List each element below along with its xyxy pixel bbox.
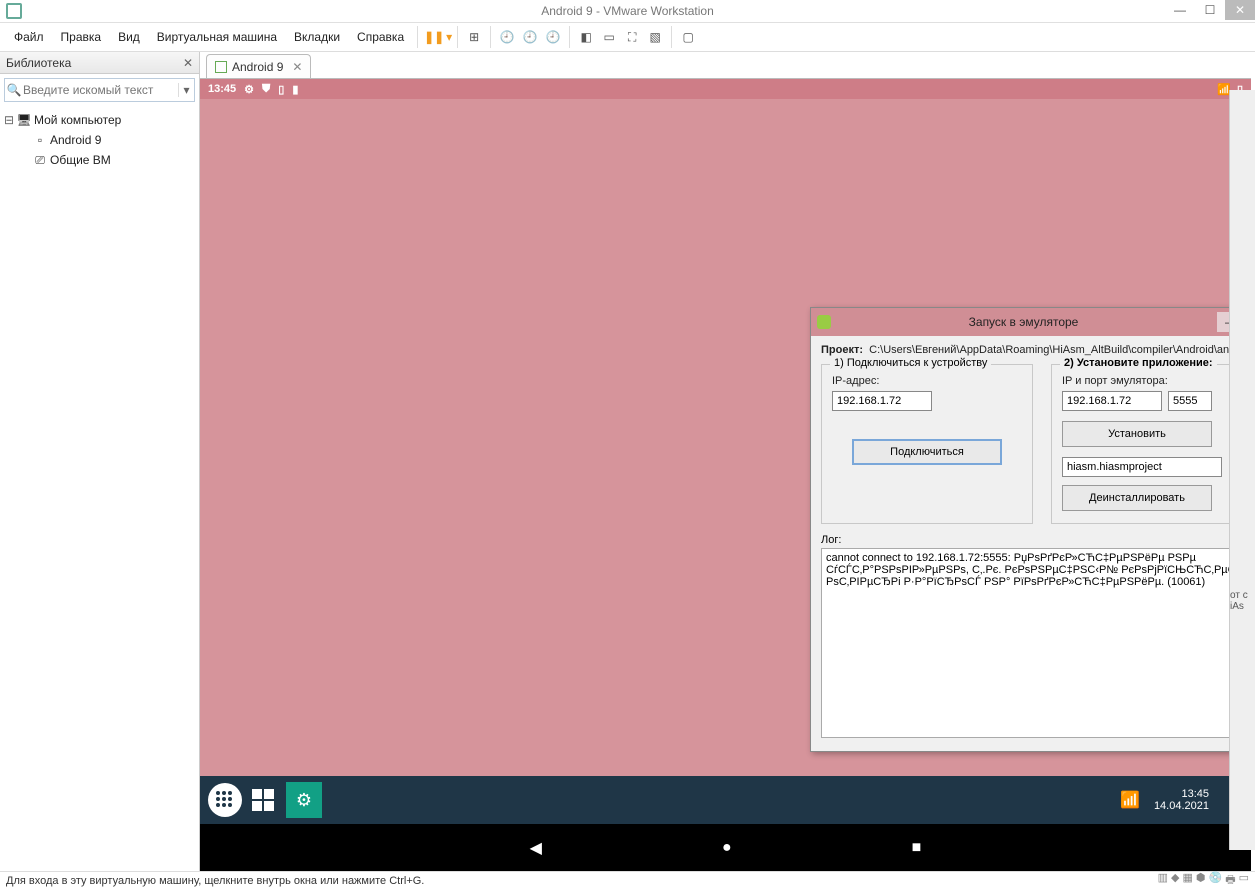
tray-icon[interactable]: ◆ xyxy=(1171,871,1179,890)
app-logo-icon xyxy=(6,3,22,19)
nav-recent-button[interactable]: ■ xyxy=(912,839,922,857)
tray-icon[interactable]: ⬢ xyxy=(1196,871,1206,890)
nav-back-button[interactable]: ◀ xyxy=(530,838,542,858)
view4-icon[interactable]: ▧ xyxy=(644,26,666,48)
nav-home-button[interactable]: ● xyxy=(722,839,732,857)
apps-button[interactable] xyxy=(208,783,242,817)
view2-icon[interactable]: ▭ xyxy=(598,26,620,48)
menu-vm[interactable]: Виртуальная машина xyxy=(149,26,285,48)
ip-input[interactable] xyxy=(832,391,932,411)
tree-root[interactable]: ⊟ 🖥 Мой компьютер xyxy=(2,110,197,130)
settings-app-icon[interactable]: ⚙ xyxy=(286,782,322,818)
sidebar-close-button[interactable]: ✕ xyxy=(183,56,193,70)
window-title: Android 9 - VMware Workstation xyxy=(541,4,714,18)
window-close-button[interactable]: ✕ xyxy=(1225,0,1255,20)
computer-icon: 🖥 xyxy=(16,113,32,127)
connect-button[interactable]: Подключиться xyxy=(852,439,1002,465)
android-dock: ⚙ 📶 13:45 14.04.2021 〈 xyxy=(200,776,1251,824)
tree-item-label: Android 9 xyxy=(50,133,101,147)
tree-item-label: Общие ВМ xyxy=(50,153,111,167)
library-tree: ⊟ 🖥 Мой компьютер ▫ Android 9 ⎚ Общие ВМ xyxy=(0,106,199,174)
menu-tabs[interactable]: Вкладки xyxy=(286,26,348,48)
emulator-dialog: Запуск в эмуляторе — ☐ ✕ Проект: C:\User… xyxy=(810,307,1255,752)
log-label: Лог: xyxy=(821,534,1255,546)
project-path: C:\Users\Евгений\AppData\Roaming\HiAsm_A… xyxy=(869,344,1255,356)
tab-label: Android 9 xyxy=(232,60,283,74)
tray-icon[interactable]: 🖶 xyxy=(1225,871,1235,890)
menu-edit[interactable]: Правка xyxy=(53,26,110,48)
ipport-label: IP и порт эмулятора: xyxy=(1062,375,1255,387)
group-install-legend: 2) Установите приложение: xyxy=(1060,357,1217,369)
vm-area: Android 9 ✕ 13:45 ⚙ ⛊ ▯ ▮ 📶 ▯ Запуск xyxy=(200,52,1255,872)
tab-vm-icon xyxy=(215,61,227,73)
pause-button[interactable]: ❚❚ xyxy=(423,26,445,48)
search-input[interactable] xyxy=(23,83,178,97)
package-input[interactable] xyxy=(1062,457,1222,477)
emulator-ip-input[interactable] xyxy=(1062,391,1162,411)
vm-icon: ▫ xyxy=(32,133,48,147)
android-nav-bar: ◀ ● ■ xyxy=(200,824,1251,872)
library-sidebar: Библиотека ✕ 🔍 ▾ ⊟ 🖥 Мой компьютер ▫ And… xyxy=(0,52,200,872)
install-button[interactable]: Установить xyxy=(1062,421,1212,447)
view5-icon[interactable]: ▢ xyxy=(677,26,699,48)
tree-item-android9[interactable]: ▫ Android 9 xyxy=(2,130,197,150)
project-label: Проект: xyxy=(821,344,863,356)
status-bar: Для входа в эту виртуальную машину, щелк… xyxy=(0,871,1255,889)
battery-icon: ▮ xyxy=(292,83,298,96)
gear-icon: ⚙ xyxy=(244,83,254,96)
emulator-port-input[interactable] xyxy=(1168,391,1212,411)
snapshot2-icon[interactable]: 🕘 xyxy=(519,26,541,48)
toolbar-icon[interactable]: ⊞ xyxy=(463,26,485,48)
snapshot3-icon[interactable]: 🕘 xyxy=(542,26,564,48)
group-install: 2) Установите приложение: IP и порт эмул… xyxy=(1051,364,1255,524)
clock-widget: 13:45 14.04.2021 xyxy=(1154,788,1209,812)
android-status-bar: 13:45 ⚙ ⛊ ▯ ▮ 📶 ▯ xyxy=(200,79,1251,99)
uninstall-button[interactable]: Деинсталлировать xyxy=(1062,485,1212,511)
status-text: Для входа в эту виртуальную машину, щелк… xyxy=(6,875,424,887)
window-maximize-button[interactable]: ☐ xyxy=(1195,0,1225,20)
tree-item-shared[interactable]: ⎚ Общие ВМ xyxy=(2,150,197,170)
dialog-titlebar[interactable]: Запуск в эмуляторе — ☐ ✕ xyxy=(811,308,1255,336)
sidebar-search: 🔍 ▾ xyxy=(4,78,195,102)
dialog-title: Запуск в эмуляторе xyxy=(831,315,1216,329)
sidebar-title: Библиотека xyxy=(6,56,71,70)
tray-icon[interactable]: ▥ xyxy=(1158,871,1168,890)
menu-file[interactable]: Файл xyxy=(6,26,52,48)
wifi-nav-icon: 📶 xyxy=(1120,790,1140,810)
log-output[interactable]: cannot connect to 192.168.1.72:5555: РџР… xyxy=(821,548,1255,738)
view1-icon[interactable]: ◧ xyxy=(575,26,597,48)
nav-time: 13:45 xyxy=(1154,788,1209,800)
ip-label: IP-адрес: xyxy=(832,375,1022,387)
nav-date: 14.04.2021 xyxy=(1154,800,1209,812)
expand-icon[interactable]: ⊟ xyxy=(2,113,16,128)
tray-icons: ▥ ◆ ▦ ⬢ 💿 🖶 ▭ xyxy=(1158,871,1249,890)
grid-icon[interactable] xyxy=(252,789,274,811)
group-connect-legend: 1) Подключиться к устройству xyxy=(830,357,991,369)
status-time: 13:45 xyxy=(208,83,236,95)
view3-icon[interactable]: ⛶ xyxy=(621,26,643,48)
tray-icon[interactable]: ▦ xyxy=(1182,871,1192,890)
menu-bar: Файл Правка Вид Виртуальная машина Вклад… xyxy=(0,22,1255,52)
tab-close-icon[interactable]: ✕ xyxy=(292,60,302,74)
menu-view[interactable]: Вид xyxy=(110,26,148,48)
menu-help[interactable]: Справка xyxy=(349,26,412,48)
group-connect: 1) Подключиться к устройству IP-адрес: П… xyxy=(821,364,1033,524)
window-titlebar: Android 9 - VMware Workstation — ☐ ✕ xyxy=(0,0,1255,22)
doc-icon: ▯ xyxy=(278,83,284,96)
vm-tab-android9[interactable]: Android 9 ✕ xyxy=(206,54,311,78)
snapshot-icon[interactable]: 🕘 xyxy=(496,26,518,48)
android-icon xyxy=(817,315,831,329)
tree-root-label: Мой компьютер xyxy=(34,113,121,127)
android-screen[interactable]: 13:45 ⚙ ⛊ ▯ ▮ 📶 ▯ Запуск в эмуляторе — ☐ xyxy=(200,78,1251,872)
shared-icon: ⎚ xyxy=(32,153,48,167)
tray-icon[interactable]: 💿 xyxy=(1209,871,1223,890)
right-strip: от с iAs xyxy=(1229,90,1255,850)
search-icon: 🔍 xyxy=(5,83,23,97)
window-minimize-button[interactable]: — xyxy=(1165,0,1195,20)
tray-icon[interactable]: ▭ xyxy=(1239,871,1249,890)
search-dropdown-icon[interactable]: ▾ xyxy=(178,83,194,97)
shield-icon: ⛊ xyxy=(262,83,270,96)
